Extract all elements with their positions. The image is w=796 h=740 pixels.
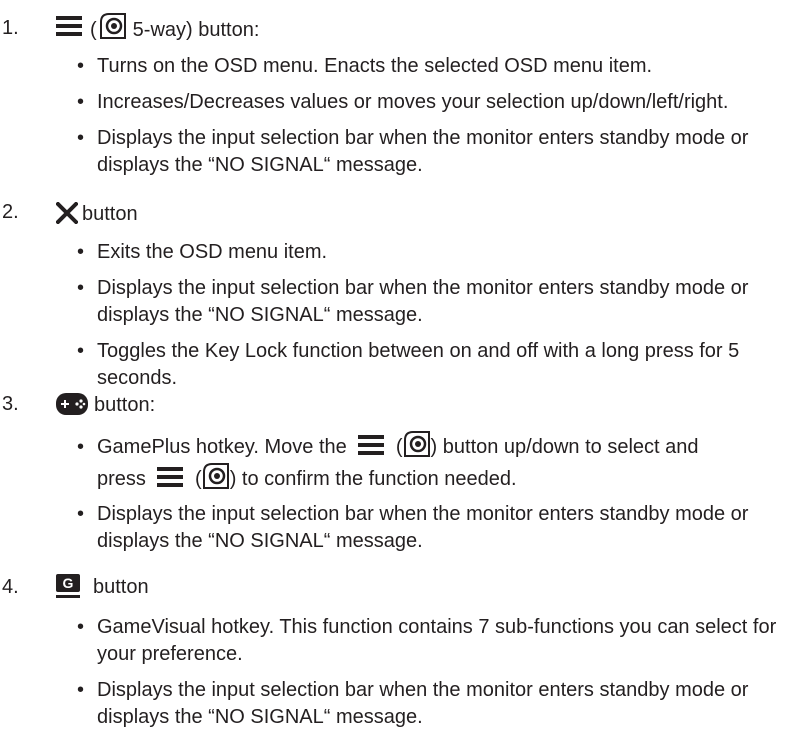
bullet-list: Turns on the OSD menu. Enacts the select… xyxy=(77,53,796,188)
item-heading: ( 5-way) button: xyxy=(56,7,259,44)
item-heading-text: button xyxy=(93,576,149,598)
bullet-1-1: Turns on the OSD menu. Enacts the select… xyxy=(77,53,796,80)
item-heading-text: button xyxy=(82,203,138,225)
bullet-2-3: Toggles the Key Lock function between on… xyxy=(77,338,796,392)
item-heading: button xyxy=(56,197,138,228)
bullet-4-1: GameVisual hotkey. This function contain… xyxy=(77,614,796,668)
five-way-joystick-icon xyxy=(403,430,431,458)
item-number: 1. xyxy=(2,17,19,39)
menu-icon xyxy=(56,15,82,36)
bullet-list: GamePlus hotkey. Move the ( ) button up/… xyxy=(77,430,796,564)
paren-open: ( xyxy=(90,19,97,41)
close-x-icon xyxy=(56,201,78,224)
item-heading-text: button: xyxy=(94,394,156,416)
bullet-1-3: Displays the input selection bar when th… xyxy=(77,125,796,179)
bullet-3-1: GamePlus hotkey. Move the ( ) button up/… xyxy=(77,430,796,495)
bullet-list: Exits the OSD menu item. Displays the in… xyxy=(77,239,796,401)
svg-text:G: G xyxy=(63,575,74,591)
gamevisual-icon: G xyxy=(56,573,80,598)
item-number: 4. xyxy=(2,576,19,598)
item-heading: button: xyxy=(56,388,155,419)
gamepad-icon xyxy=(56,392,88,416)
bullet-2-1: Exits the OSD menu item. xyxy=(77,239,796,266)
item-heading: G button xyxy=(56,570,149,601)
bullet-3-2: Displays the input selection bar when th… xyxy=(77,501,796,555)
item-heading-text: 5-way) button: xyxy=(132,19,260,41)
bullet-2-2: Displays the input selection bar when th… xyxy=(77,275,796,329)
five-way-joystick-icon xyxy=(202,462,230,490)
menu-icon xyxy=(157,466,184,487)
bullet-1-2: Increases/Decreases values or moves your… xyxy=(77,89,796,116)
bullet-4-2: Displays the input selection bar when th… xyxy=(77,677,796,731)
five-way-joystick-icon xyxy=(99,12,127,40)
menu-icon xyxy=(358,434,385,455)
item-number: 3. xyxy=(2,393,19,415)
bullet-list: GameVisual hotkey. This function contain… xyxy=(77,614,796,740)
item-number: 2. xyxy=(2,201,19,223)
